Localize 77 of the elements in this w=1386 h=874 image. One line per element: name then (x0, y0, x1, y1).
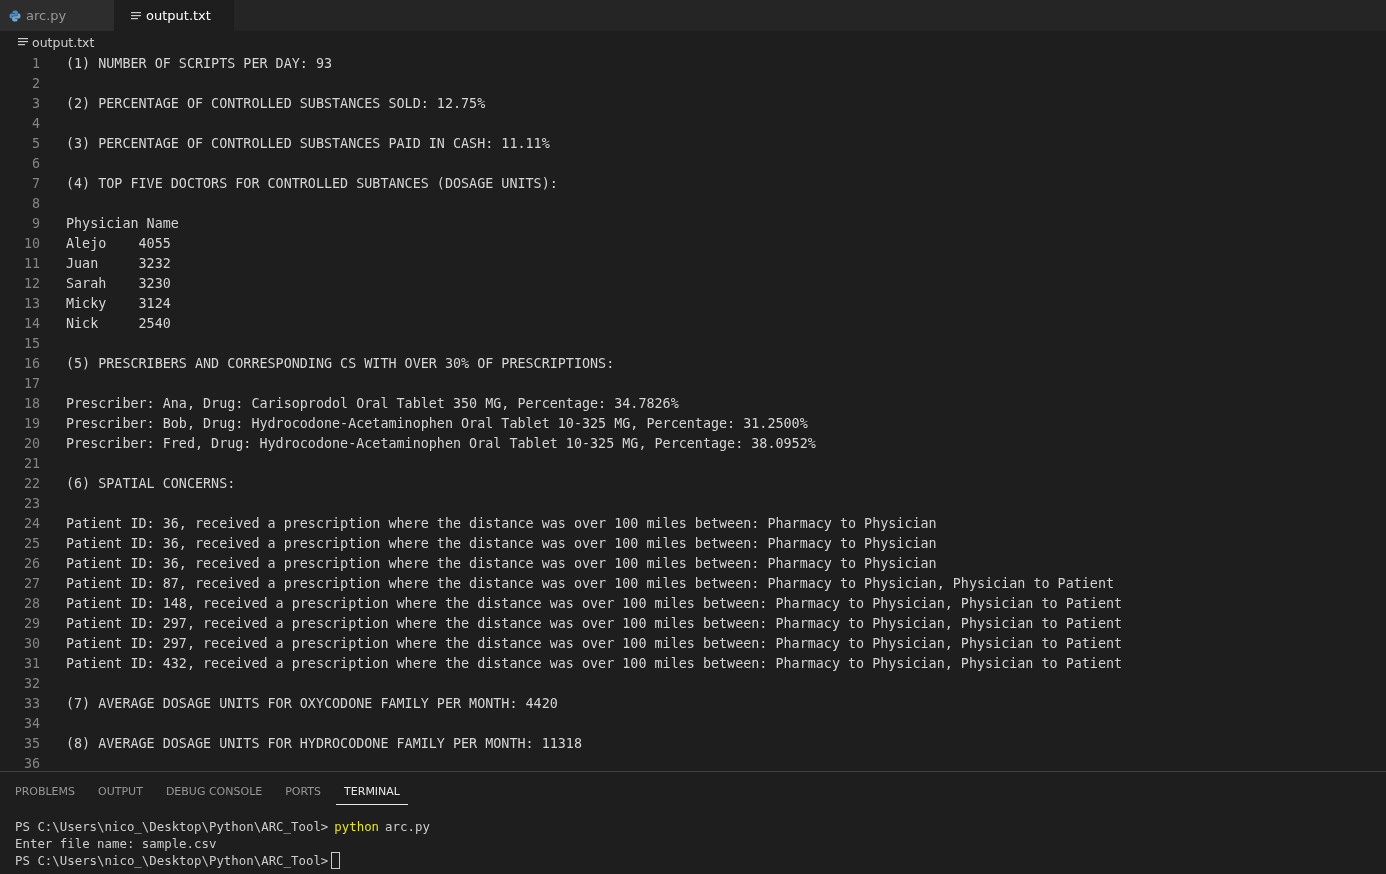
line-number: 3 (30, 95, 40, 111)
code-line: (2) PERCENTAGE OF CONTROLLED SUBSTANCES SOLD: 12.75% (66, 95, 486, 111)
line-number: 15 (22, 335, 40, 351)
python-icon (9, 9, 21, 22)
code-line: Patient ID: 148, received a prescription where the distance was over 100 miles between: Pharmacy to Physician, Physician to Patient (66, 595, 1123, 611)
text-file-icon (18, 37, 28, 47)
line-number: 9 (30, 215, 40, 231)
line-number: 8 (30, 195, 40, 211)
line-number: 34 (22, 715, 40, 731)
line-number: 7 (30, 175, 40, 191)
code-line: Physician Name (66, 215, 179, 231)
panel-tab[interactable]: OUTPUT (98, 777, 143, 805)
code-line: Juan 3232 (66, 255, 171, 271)
line-number: 10 (22, 235, 40, 251)
line-number: 17 (22, 375, 40, 391)
terminal-prompt: PS C:\Users\nico_\Desktop\Python\ARC_Tool> (15, 819, 329, 834)
code-line: (3) PERCENTAGE OF CONTROLLED SUBSTANCES PAID IN CASH: 11.11% (66, 135, 550, 151)
line-number: 1 (30, 55, 40, 71)
line-number: 12 (22, 275, 40, 291)
code-line: (7) AVERAGE DOSAGE UNITS FOR OXYCODONE FAMILY PER MONTH: 4420 (66, 695, 558, 711)
line-number: 16 (22, 355, 40, 371)
code-line: (8) AVERAGE DOSAGE UNITS FOR HYDROCODONE FAMILY PER MONTH: 11318 (66, 735, 582, 751)
terminal-prompt: PS C:\Users\nico_\Desktop\Python\ARC_Tool> (15, 853, 329, 868)
line-number: 5 (30, 135, 40, 151)
code-line: Sarah 3230 (66, 275, 171, 291)
panel-tab[interactable]: DEBUG CONSOLE (165, 777, 263, 805)
terminal-command: python (334, 819, 380, 834)
editor-tab[interactable]: arc.py (0, 0, 114, 31)
line-number: 23 (22, 495, 40, 511)
line-number: 11 (22, 255, 40, 271)
code-line: Alejo 4055 (66, 235, 171, 251)
code-line: (6) SPATIAL CONCERNS: (66, 475, 236, 491)
line-number: 22 (22, 475, 40, 491)
code-line: Prescriber: Ana, Drug: Carisoprodol Oral Tablet 350 MG, Percentage: 34.7826% (66, 395, 679, 411)
line-number: 25 (22, 535, 40, 551)
line-number: 14 (22, 315, 40, 331)
code-line: (1) NUMBER OF SCRIPTS PER DAY: 93 (66, 55, 333, 71)
line-number: 30 (22, 635, 40, 651)
code-line: Patient ID: 36, received a prescription where the distance was over 100 miles between: Pharmacy to Physician (66, 535, 937, 551)
line-number: 20 (22, 435, 40, 451)
line-number: 29 (22, 615, 40, 631)
line-number: 19 (22, 415, 40, 431)
code-line: Micky 3124 (66, 295, 171, 311)
line-number: 6 (30, 155, 40, 171)
line-number: 35 (22, 735, 40, 751)
breadcrumb-item[interactable]: output.txt (32, 34, 95, 50)
line-number: 13 (22, 295, 40, 311)
code-line: Patient ID: 87, received a prescription where the distance was over 100 miles between: Pharmacy to Physician, Physician to Patient (66, 575, 1115, 591)
line-number: 24 (22, 515, 40, 531)
line-number: 2 (30, 75, 40, 91)
line-number: 32 (22, 675, 40, 691)
panel-tab[interactable]: PORTS (285, 777, 322, 805)
line-number: 27 (22, 575, 40, 591)
line-number: 21 (22, 455, 40, 471)
code-line: Patient ID: 297, received a prescription where the distance was over 100 miles between: Pharmacy to Physician, Physician to Patient (66, 635, 1123, 651)
code-line: Prescriber: Fred, Drug: Hydrocodone-Acetaminophen Oral Tablet 10-325 MG, Percentage: 38.0952% (66, 435, 816, 451)
terminal-text: Enter file name: sample.csv (15, 836, 217, 851)
line-number: 4 (30, 115, 40, 131)
text-file-icon (131, 10, 141, 21)
line-number: 28 (22, 595, 40, 611)
panel-tab[interactable]: TERMINAL (336, 777, 408, 805)
code-line: Patient ID: 297, received a prescription where the distance was over 100 miles between: Pharmacy to Physician, Physician to Patient (66, 615, 1123, 631)
panel-tab[interactable]: PROBLEMS (15, 777, 76, 805)
line-number: 36 (22, 755, 40, 771)
code-line: Nick 2540 (66, 315, 171, 331)
code-line: Patient ID: 36, received a prescription where the distance was over 100 miles between: Pharmacy to Physician (66, 555, 937, 571)
line-number: 31 (22, 655, 40, 671)
code-line: Patient ID: 432, received a prescription where the distance was over 100 miles between: Pharmacy to Physician, Physician to Patient (66, 655, 1123, 671)
line-number: 18 (22, 395, 40, 411)
code-line: (4) TOP FIVE DOCTORS FOR CONTROLLED SUBTANCES (DOSAGE UNITS): (66, 175, 558, 191)
code-line: Prescriber: Bob, Drug: Hydrocodone-Acetaminophen Oral Tablet 10-325 MG, Percentage: 31.2500% (66, 415, 808, 431)
line-number: 26 (22, 555, 40, 571)
code-line: (5) PRESCRIBERS AND CORRESPONDING CS WITH OVER 30% OF PRESCRIPTIONS: (66, 355, 615, 371)
terminal-text: arc.py (385, 819, 430, 834)
editor-tab[interactable]: output.txt (114, 0, 234, 31)
code-line: Patient ID: 36, received a prescription where the distance was over 100 miles between: Pharmacy to Physician (66, 515, 937, 531)
line-number: 33 (22, 695, 40, 711)
